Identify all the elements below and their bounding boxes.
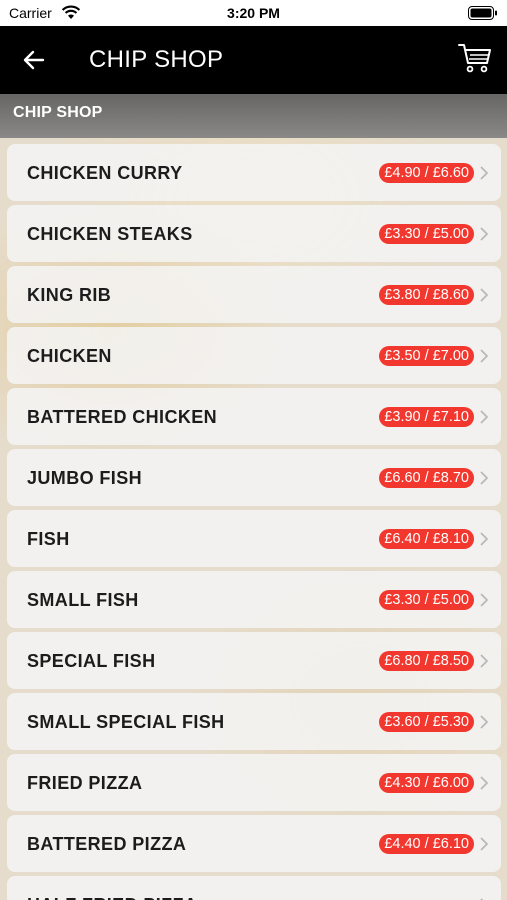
chevron-right-icon xyxy=(480,349,488,363)
menu-item[interactable]: CHICKEN STEAKS £3.30 / £5.00 xyxy=(7,205,501,262)
menu-item-name: SMALL SPECIAL FISH xyxy=(27,712,225,732)
battery-icon xyxy=(468,6,497,20)
menu-item[interactable]: SMALL SPECIAL FISH £3.60 / £5.30 xyxy=(7,693,501,750)
chevron-right-icon xyxy=(480,593,488,607)
chevron-right-icon xyxy=(480,715,488,729)
price-badge: £3.90 / £7.10 xyxy=(379,407,474,427)
menu-item[interactable]: FRIED PIZZA £4.30 / £6.00 xyxy=(7,754,501,811)
cart-icon[interactable] xyxy=(457,40,493,76)
menu-item-name: HALF FRIED PIZZA xyxy=(27,895,197,900)
price-badge: £6.40 / £8.10 xyxy=(379,529,474,549)
status-bar: Carrier 3:20 PM xyxy=(0,0,507,26)
menu-item-name: FISH xyxy=(27,529,70,549)
menu-item-name: CHICKEN CURRY xyxy=(27,163,183,183)
chevron-right-icon xyxy=(480,776,488,790)
status-time: 3:20 PM xyxy=(227,5,280,21)
menu-item[interactable]: KING RIB £3.80 / £8.60 xyxy=(7,266,501,323)
menu-item-name: BATTERED PIZZA xyxy=(27,834,187,854)
menu-item-name: KING RIB xyxy=(27,285,112,305)
menu-item[interactable]: CHICKEN £3.50 / £7.00 xyxy=(7,327,501,384)
price-badge: £4.40 / £6.10 xyxy=(379,834,474,854)
chevron-right-icon xyxy=(480,288,488,302)
page-title: CHIP SHOP xyxy=(89,46,224,73)
price-badge: £4.90 / £6.60 xyxy=(379,163,474,183)
menu-item[interactable]: BATTERED PIZZA £4.40 / £6.10 xyxy=(7,815,501,872)
section-title: CHIP SHOP xyxy=(13,104,103,121)
menu-item[interactable]: JUMBO FISH £6.60 / £8.70 xyxy=(7,449,501,506)
menu-item-name: JUMBO FISH xyxy=(27,468,143,488)
menu-item-name: SPECIAL FISH xyxy=(27,651,156,671)
arrow-left-icon[interactable] xyxy=(22,48,46,72)
chevron-right-icon xyxy=(480,166,488,180)
price-badge: £6.60 / £8.70 xyxy=(379,468,474,488)
menu-list: CHICKEN CURRY £4.90 / £6.60 CHICKEN STEAKS… xyxy=(7,144,501,900)
menu-item-name: FRIED PIZZA xyxy=(27,773,143,793)
menu-item[interactable]: HALF FRIED PIZZA xyxy=(7,876,501,900)
menu-item[interactable]: CHICKEN CURRY £4.90 / £6.60 xyxy=(7,144,501,201)
menu-item-name: CHICKEN xyxy=(27,346,112,366)
menu-item[interactable]: SPECIAL FISH £6.80 / £8.50 xyxy=(7,632,501,689)
nav-bar: CHIP SHOP xyxy=(0,26,507,94)
price-badge: £3.30 / £5.00 xyxy=(379,590,474,610)
chevron-right-icon xyxy=(480,227,488,241)
price-badge: £6.80 / £8.50 xyxy=(379,651,474,671)
chevron-right-icon xyxy=(480,532,488,546)
price-badge: £4.30 / £6.00 xyxy=(379,773,474,793)
price-badge: £3.30 / £5.00 xyxy=(379,224,474,244)
chevron-right-icon xyxy=(480,654,488,668)
menu-item-name: CHICKEN STEAKS xyxy=(27,224,193,244)
menu-item[interactable]: BATTERED CHICKEN £3.90 / £7.10 xyxy=(7,388,501,445)
chevron-right-icon xyxy=(480,471,488,485)
chevron-right-icon xyxy=(480,410,488,424)
price-badge: £3.60 / £5.30 xyxy=(379,712,474,732)
menu-item[interactable]: SMALL FISH £3.30 / £5.00 xyxy=(7,571,501,628)
menu-item[interactable]: FISH £6.40 / £8.10 xyxy=(7,510,501,567)
menu-item-name: BATTERED CHICKEN xyxy=(27,407,218,427)
price-badge: £3.50 / £7.00 xyxy=(379,346,474,366)
price-badge: £3.80 / £8.60 xyxy=(379,285,474,305)
chevron-right-icon xyxy=(480,837,488,851)
section-header: CHIP SHOP xyxy=(0,94,507,138)
menu-item-name: SMALL FISH xyxy=(27,590,139,610)
